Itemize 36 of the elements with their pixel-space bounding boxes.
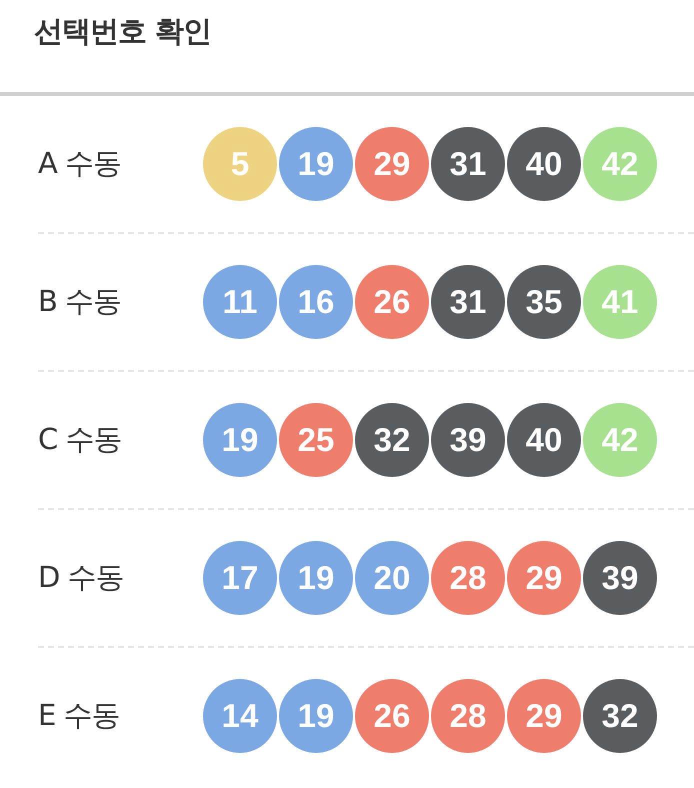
row-label: C 수동	[38, 421, 122, 458]
number-ball: 40	[507, 403, 581, 477]
number-ball: 29	[355, 127, 429, 201]
number-ball: 39	[431, 403, 505, 477]
number-ball: 19	[279, 541, 353, 615]
row-label: B 수동	[38, 283, 122, 320]
number-ball: 26	[355, 679, 429, 753]
number-ball: 28	[431, 679, 505, 753]
number-ball: 25	[279, 403, 353, 477]
number-ball: 26	[355, 265, 429, 339]
number-ball: 5	[203, 127, 277, 201]
number-ball: 32	[355, 403, 429, 477]
number-ball: 42	[583, 403, 657, 477]
number-ball: 19	[279, 127, 353, 201]
number-ball: 29	[507, 679, 581, 753]
row-label: A 수동	[38, 145, 122, 182]
number-ball: 40	[507, 127, 581, 201]
number-ball: 31	[431, 127, 505, 201]
number-ball: 32	[583, 679, 657, 753]
number-ball: 29	[507, 541, 581, 615]
row-label: E 수동	[38, 697, 121, 734]
page-title: 선택번호 확인	[34, 14, 212, 48]
number-ball: 20	[355, 541, 429, 615]
number-ball: 14	[203, 679, 277, 753]
number-ball: 11	[203, 265, 277, 339]
row-label: D 수동	[38, 559, 125, 596]
number-ball: 41	[583, 265, 657, 339]
number-ball: 42	[583, 127, 657, 201]
number-ball: 31	[431, 265, 505, 339]
number-ball: 39	[583, 541, 657, 615]
number-ball: 19	[279, 679, 353, 753]
number-ball: 19	[203, 403, 277, 477]
number-ball: 17	[203, 541, 277, 615]
number-ball: 35	[507, 265, 581, 339]
number-ball: 28	[431, 541, 505, 615]
number-ball: 16	[279, 265, 353, 339]
